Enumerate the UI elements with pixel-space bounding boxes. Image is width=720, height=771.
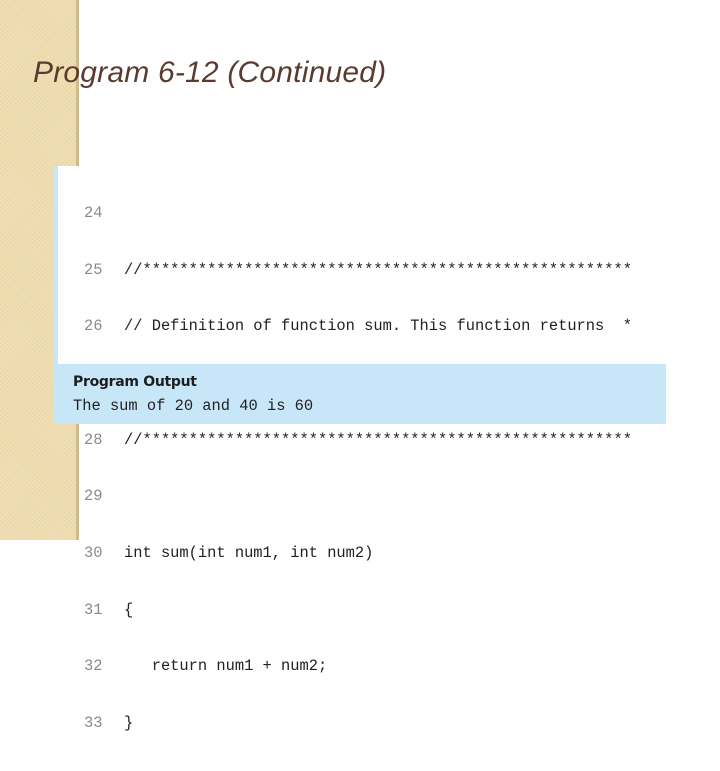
line-number: 31 — [84, 600, 103, 619]
line-source: { — [124, 600, 134, 619]
line-source: // Definition of function sum. This func… — [124, 317, 632, 336]
code-line: 33} — [84, 714, 632, 733]
line-number: 33 — [84, 714, 103, 733]
line-source: //**************************************… — [124, 430, 632, 449]
line-source: } — [124, 714, 134, 733]
code-listing: 24 25 //*********************************… — [53, 166, 666, 732]
line-source: return num1 + num2; — [124, 657, 328, 676]
code-line: 24 — [84, 204, 632, 223]
code-line: 26 // Definition of function sum. This fu… — [84, 317, 632, 336]
program-output-box: Program Output The sum of 20 and 40 is 6… — [53, 364, 666, 424]
code-line: 30 int sum(int num1, int num2) — [84, 544, 632, 563]
code-line: 32 return num1 + num2; — [84, 657, 632, 676]
line-number: 26 — [84, 317, 103, 336]
line-number: 29 — [84, 487, 103, 506]
line-number: 32 — [84, 657, 103, 676]
code-line: 29 — [84, 487, 632, 506]
slide-title: Program 6-12 (Continued) — [33, 56, 387, 89]
line-source: //**************************************… — [124, 260, 632, 279]
code-line: 31 { — [84, 601, 632, 620]
code-lines: 24 25 //*********************************… — [84, 166, 632, 771]
code-line: 25 //************************************… — [84, 261, 632, 280]
program-output-heading: Program Output — [73, 374, 197, 390]
line-number: 24 — [84, 203, 103, 222]
line-number: 25 — [84, 260, 103, 279]
line-number: 30 — [84, 544, 103, 563]
line-number: 28 — [84, 430, 103, 449]
line-source: int sum(int num1, int num2) — [124, 544, 374, 563]
code-line: 28 //************************************… — [84, 431, 632, 450]
program-output-text: The sum of 20 and 40 is 60 — [73, 397, 314, 415]
